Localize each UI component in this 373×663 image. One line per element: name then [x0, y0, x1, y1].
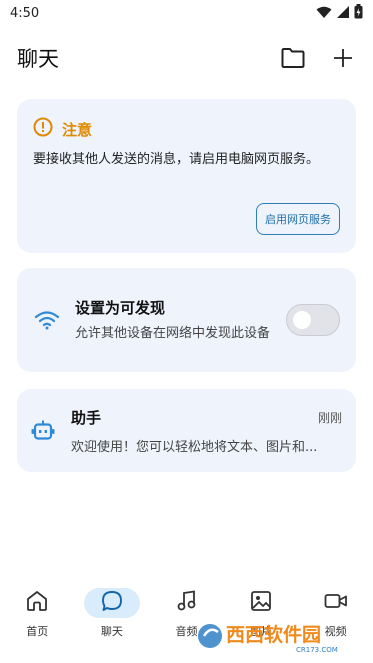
discoverable-title: 设置为可发现: [75, 298, 166, 317]
warning-circle-icon: [33, 117, 53, 141]
folder-icon[interactable]: [280, 45, 306, 71]
nav-pill: [308, 588, 364, 618]
plus-icon[interactable]: [330, 45, 356, 71]
status-time: 4:50: [10, 5, 40, 21]
home-icon: [26, 590, 48, 616]
chat-name: 助手: [71, 408, 102, 427]
discoverable-text: 设置为可发现 允许其他设备在网络中发现此设备: [75, 297, 286, 344]
robot-icon: [29, 420, 57, 442]
nav-pill: [158, 588, 214, 618]
wifi-icon: [316, 4, 332, 23]
bottom-nav: 首页 聊天 音频 图片 视频: [0, 588, 373, 650]
nav-item-home[interactable]: 首页: [2, 588, 72, 639]
nav-item-video[interactable]: 视频: [301, 588, 371, 639]
nav-item-audio[interactable]: 音频: [151, 588, 221, 639]
notice-card: 注意 要接收其他人发送的消息，请启用电脑网页服务。 启用网页服务: [17, 99, 356, 253]
discoverable-description: 允许其他设备在网络中发现此设备: [75, 325, 271, 341]
chat-item-body: 助手 刚刚 欢迎使用！您可以轻松地将文本、图片和...: [71, 407, 342, 455]
page-title: 聊天: [17, 47, 59, 71]
notice-header: 注意: [33, 117, 340, 141]
wifi-icon: [33, 310, 61, 330]
video-icon: [324, 591, 348, 615]
chat-time: 刚刚: [317, 410, 342, 425]
nav-label-chat: 聊天: [100, 625, 123, 638]
notice-text: 要接收其他人发送的消息，请启用电脑网页服务。: [33, 152, 320, 167]
discoverable-toggle[interactable]: [286, 304, 340, 336]
app-bar: 聊天: [0, 36, 373, 80]
app-actions: [280, 45, 356, 71]
status-bar: 4:50: [0, 0, 373, 26]
battery-icon: [354, 3, 363, 23]
nav-label-video: 视频: [324, 625, 347, 638]
nav-pill-active: [83, 588, 140, 618]
nav-pill: [9, 588, 65, 618]
chat-preview: 欢迎使用！您可以轻松地将文本、图片和...: [71, 439, 318, 455]
notice-title: 注意: [62, 120, 93, 139]
signal-icon: [336, 4, 350, 23]
nav-pill: [233, 588, 289, 618]
chat-bubble-icon: [101, 590, 123, 616]
chat-list-item[interactable]: 助手 刚刚 欢迎使用！您可以轻松地将文本、图片和...: [17, 389, 356, 472]
chat-item-header: 助手 刚刚: [71, 407, 342, 428]
nav-item-images[interactable]: 图片: [226, 588, 296, 639]
discoverable-card: 设置为可发现 允许其他设备在网络中发现此设备: [17, 268, 356, 372]
music-icon: [175, 590, 197, 616]
status-icons: [316, 3, 363, 23]
toggle-knob: [293, 311, 311, 329]
nav-label-home: 首页: [26, 625, 49, 638]
image-icon: [250, 590, 272, 616]
enable-web-service-button[interactable]: 启用网页服务: [256, 203, 340, 235]
nav-label-images: 图片: [250, 625, 273, 638]
nav-label-audio: 音频: [175, 625, 198, 638]
nav-item-chat[interactable]: 聊天: [77, 588, 147, 639]
